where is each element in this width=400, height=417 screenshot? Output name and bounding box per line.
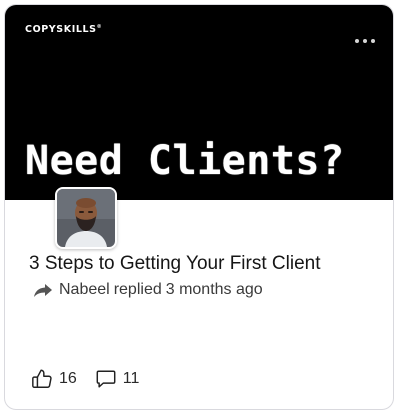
- post-footer: 16 11: [31, 368, 157, 390]
- comment-icon: [96, 370, 116, 388]
- post-meta: Nabeel replied 3 months ago: [33, 281, 263, 299]
- like-button[interactable]: 16: [31, 368, 77, 390]
- comment-button[interactable]: 11: [95, 368, 140, 390]
- brand-logo: COPYSKILLS®: [25, 24, 103, 35]
- post-title[interactable]: 3 Steps to Getting Your First Client: [29, 252, 379, 276]
- reply-action: replied: [113, 281, 162, 298]
- likes-count: 16: [59, 370, 77, 387]
- reply-time: 3 months ago: [165, 281, 263, 298]
- thumbs-up-icon: [32, 369, 52, 388]
- author-avatar[interactable]: [55, 187, 117, 249]
- post-banner-image: COPYSKILLS® Need Clients?: [5, 5, 393, 200]
- reply-author[interactable]: Nabeel: [59, 281, 110, 299]
- post-card[interactable]: COPYSKILLS® Need Clients? 3 Steps to Get…: [4, 4, 394, 410]
- more-options-icon[interactable]: [355, 37, 375, 45]
- banner-headline: Need Clients?: [25, 138, 345, 184]
- reply-arrow-icon: [33, 282, 53, 298]
- comments-count: 11: [122, 370, 140, 387]
